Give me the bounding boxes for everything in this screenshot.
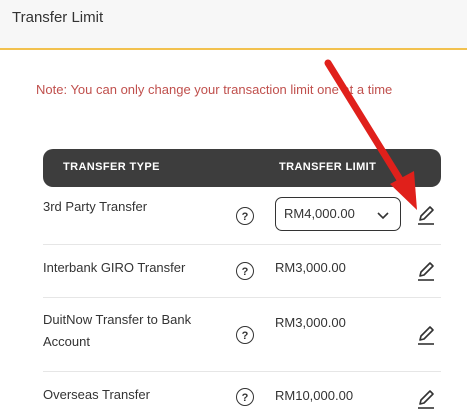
transfer-type-label: Overseas Transfer (43, 387, 150, 402)
chevron-down-icon (377, 212, 389, 220)
table-row: Interbank GIRO Transfer ? RM3,000.00 (43, 244, 441, 298)
page-title: Transfer Limit (12, 9, 104, 26)
table-row: Overseas Transfer ? RM10,000.00 (43, 371, 441, 418)
transfer-limit-value: RM3,000.00 (275, 260, 346, 275)
table-row: 3rd Party Transfer ? RM4,000.00 (43, 187, 441, 245)
transfer-type-label: 3rd Party Transfer (43, 199, 148, 214)
transfer-type-label: Interbank GIRO Transfer (43, 260, 186, 275)
transfer-type-label-cont: Account (43, 334, 90, 349)
table-row: DuitNow Transfer to Bank Account ? RM3,0… (43, 297, 441, 372)
limit-note: Note: You can only change your transacti… (36, 82, 393, 97)
pencil-icon[interactable] (415, 324, 437, 346)
page-header: Transfer Limit (0, 0, 467, 50)
question-circle-icon[interactable]: ? (236, 388, 254, 406)
column-header-type: TRANSFER TYPE (63, 161, 160, 173)
transfer-limit-select[interactable]: RM4,000.00 (275, 197, 401, 231)
pencil-icon[interactable] (415, 388, 437, 410)
question-circle-icon[interactable]: ? (236, 262, 254, 280)
table-header: TRANSFER TYPE TRANSFER LIMIT (43, 149, 441, 187)
question-circle-icon[interactable]: ? (236, 326, 254, 344)
column-header-limit: TRANSFER LIMIT (279, 161, 377, 173)
question-circle-icon[interactable]: ? (236, 207, 254, 225)
pencil-icon[interactable] (415, 204, 437, 226)
transfer-limit-value: RM4,000.00 (284, 206, 355, 221)
transfer-limit-value: RM10,000.00 (275, 388, 354, 403)
transfer-limit-value: RM3,000.00 (275, 315, 346, 330)
pencil-icon[interactable] (415, 260, 437, 282)
transfer-type-label: DuitNow Transfer to Bank (43, 312, 192, 327)
